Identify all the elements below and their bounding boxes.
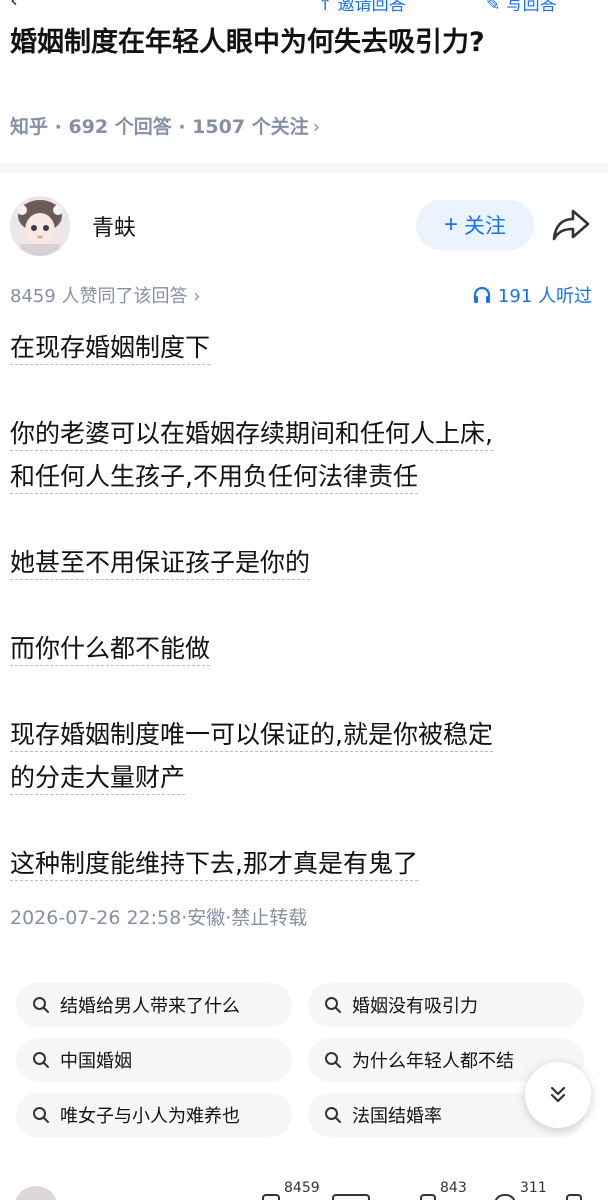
answer-line: 在现存婚姻制度下	[10, 333, 211, 365]
top-bar: ‹ ↑ 邀请回答 ✎ 写回答	[0, 0, 608, 14]
avatar-image	[10, 196, 70, 256]
magnifier-icon	[325, 1052, 341, 1068]
author-avatar[interactable]	[10, 196, 70, 256]
related-search-label: 中国婚姻	[60, 1051, 132, 1072]
comment-icon[interactable]	[332, 1194, 370, 1200]
related-search-chip[interactable]: 婚姻没有吸引力	[308, 983, 584, 1027]
magnifier-icon	[33, 1107, 49, 1123]
related-search-label: 唯女子与小人为难养也	[60, 1106, 240, 1127]
answer-line: 她甚至不用保证孩子是你的	[10, 548, 311, 580]
answer-line: 的分走大量财产	[10, 763, 186, 795]
section-divider	[0, 163, 608, 173]
more-icon[interactable]	[566, 1194, 582, 1200]
answer-paragraph: 这种制度能维持下去,那才真是有鬼了	[10, 842, 600, 885]
question-title[interactable]: 婚姻制度在年轻人眼中为何失去吸引力?	[10, 24, 570, 62]
related-search-label: 婚姻没有吸引力	[352, 996, 478, 1017]
mini-avatar[interactable]	[14, 1186, 58, 1200]
like-icon[interactable]	[262, 1194, 280, 1200]
follow-label: 关注	[464, 215, 506, 238]
answer-line: 你的老婆可以在婚姻存续期间和任何人上床,	[10, 419, 493, 451]
listen-count[interactable]: 191 人听过	[472, 282, 592, 308]
related-search-chip[interactable]: 中国婚姻	[16, 1038, 292, 1082]
magnifier-icon	[33, 997, 49, 1013]
headphones-icon	[473, 286, 491, 303]
like-count[interactable]: 8459	[284, 1180, 320, 1196]
listen-label: 191 人听过	[497, 286, 592, 307]
share-arrow-icon[interactable]	[551, 207, 591, 243]
favorite-count[interactable]: 311	[520, 1180, 547, 1196]
related-search-label: 结婚给男人带来了什么	[60, 996, 240, 1017]
scroll-next-button[interactable]	[525, 1062, 591, 1128]
question-meta-text: 知乎 · 692 个回答 · 1507 个关注	[10, 116, 309, 138]
answer-line: 而你什么都不能做	[10, 634, 211, 666]
related-search-chip[interactable]: 唯女子与小人为难养也	[16, 1093, 292, 1137]
answer-paragraph: 她甚至不用保证孩子是你的	[10, 541, 600, 584]
magnifier-icon	[33, 1052, 49, 1068]
answer-content[interactable]: 在现存婚姻制度下 你的老婆可以在婚姻存续期间和任何人上床, 和任何人生孩子,不用负…	[10, 326, 600, 928]
magnifier-icon	[325, 997, 341, 1013]
invite-answer-button[interactable]: ↑ 邀请回答	[318, 0, 406, 14]
related-search-label: 为什么年轻人都不结	[352, 1051, 514, 1072]
answer-timestamp: 2026-07-26 22:58·安徽·禁止转载	[10, 907, 308, 929]
answer-line: 现存婚姻制度唯一可以保证的,就是你被稳定	[10, 720, 493, 752]
bottom-action-bar: 8459 843 311	[0, 1176, 608, 1200]
answer-paragraph: 在现存婚姻制度下	[10, 326, 600, 369]
back-icon[interactable]: ‹	[10, 0, 18, 12]
chevron-right-icon: ›	[312, 116, 321, 138]
follow-button[interactable]: + 关注	[416, 200, 534, 250]
related-search-chip[interactable]: 结婚给男人带来了什么	[16, 983, 292, 1027]
answer-line: 这种制度能维持下去,那才真是有鬼了	[10, 849, 418, 881]
plus-icon: +	[443, 211, 458, 238]
answer-paragraph: 而你什么都不能做	[10, 627, 600, 670]
comment-bubble-icon[interactable]	[420, 1194, 436, 1200]
double-chevron-down-icon	[550, 1086, 566, 1103]
write-answer-button[interactable]: ✎ 写回答	[486, 0, 557, 14]
answer-paragraph: 现存婚姻制度唯一可以保证的,就是你被稳定 的分走大量财产	[10, 713, 600, 799]
answer-line: 和任何人生孩子,不用负任何法律责任	[10, 462, 418, 494]
answer-paragraph: 你的老婆可以在婚姻存续期间和任何人上床, 和任何人生孩子,不用负任何法律责任	[10, 412, 600, 498]
author-name[interactable]: 青蚨	[92, 210, 136, 242]
magnifier-icon	[325, 1107, 341, 1123]
question-meta[interactable]: 知乎 · 692 个回答 · 1507 个关注 ›	[10, 112, 320, 139]
upvote-summary[interactable]: 8459 人赞同了该回答 ›	[10, 282, 200, 308]
comment-count[interactable]: 843	[440, 1180, 467, 1196]
related-search-label: 法国结婚率	[352, 1106, 442, 1127]
favorite-icon[interactable]	[494, 1194, 516, 1200]
